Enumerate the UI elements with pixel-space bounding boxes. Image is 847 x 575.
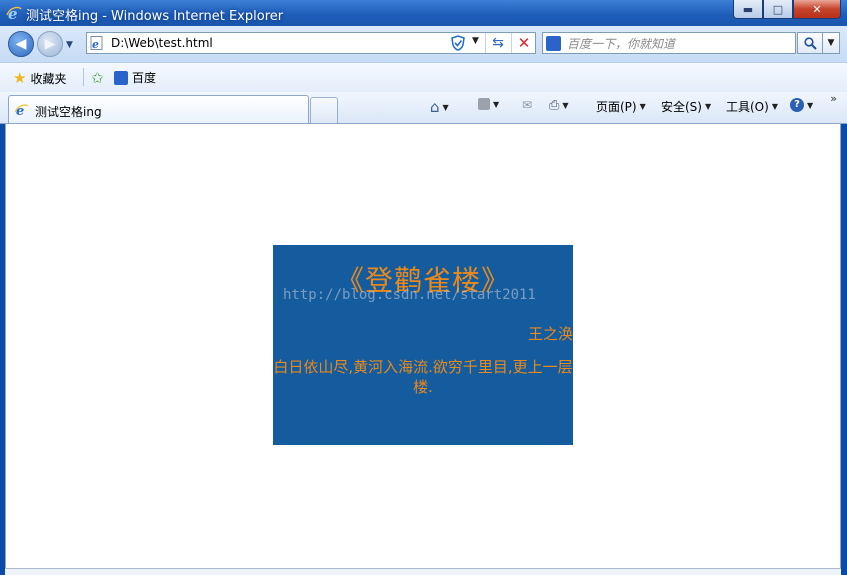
- home-icon: ⌂: [430, 98, 440, 116]
- stop-button[interactable]: ✕: [511, 33, 536, 53]
- address-url[interactable]: D:\Web\test.html: [111, 36, 213, 50]
- shield-icon[interactable]: [451, 35, 465, 51]
- read-mail-button[interactable]: ✉: [522, 98, 532, 112]
- tab-current[interactable]: e 测试空格ing: [8, 95, 309, 123]
- chevron-down-icon: ▼: [639, 102, 646, 111]
- minimize-button[interactable]: ▬: [733, 0, 763, 19]
- favorites-label: 收藏夹: [30, 71, 67, 86]
- search-button[interactable]: [797, 32, 823, 54]
- favorite-item-label: 百度: [132, 71, 157, 85]
- toolbar-overflow-icon[interactable]: »: [830, 92, 837, 105]
- search-input[interactable]: [565, 34, 795, 54]
- close-button[interactable]: ✕: [793, 0, 841, 19]
- safety-menu-label: 安全(S): [661, 100, 702, 114]
- svg-text:e: e: [92, 38, 99, 50]
- stop-icon: ✕: [517, 34, 531, 52]
- watermark-text: http://blog.csdn.net/start2011: [283, 287, 536, 303]
- search-box[interactable]: [542, 32, 796, 54]
- feeds-button[interactable]: ▼: [478, 98, 499, 110]
- arrow-right-icon: ▶: [44, 36, 56, 52]
- chevron-down-icon: ▼: [807, 100, 814, 110]
- window-controls: ▬ □ ✕: [733, 0, 841, 20]
- arrow-left-icon: ◀: [15, 36, 27, 52]
- help-icon: ?: [790, 98, 804, 112]
- new-tab-button[interactable]: [310, 97, 338, 123]
- poem-box: 《登鹳雀楼》 http://blog.csdn.net/start2011 王之…: [273, 245, 573, 445]
- poem-author: 王之涣: [527, 325, 573, 343]
- favorite-item-baidu[interactable]: 百度: [114, 69, 156, 86]
- forward-button[interactable]: ▶: [37, 31, 63, 57]
- page-menu-label: 页面(P): [596, 100, 637, 114]
- home-button[interactable]: ⌂ ▼: [430, 98, 449, 116]
- window-title: 测试空格ing - Windows Internet Explorer: [26, 9, 284, 24]
- favorites-bar: ★ 收藏夹 ✩ 百度: [0, 62, 847, 92]
- star-icon: ★: [13, 69, 27, 87]
- refresh-button[interactable]: ⇆: [485, 33, 510, 53]
- printer-icon: ⎙: [549, 98, 560, 113]
- search-icon: [803, 36, 817, 50]
- chevron-down-icon: ▼: [442, 102, 449, 112]
- page-content: 《登鹳雀楼》 http://blog.csdn.net/start2011 王之…: [5, 124, 841, 568]
- poem-verse: 白日依山尽,黄河入海流.欲穷千里目,更上一层楼.: [273, 358, 573, 396]
- add-favorite-button[interactable]: ✩: [91, 69, 104, 87]
- navigation-bar: ◀ ▶ ▼ e D:\Web\test.html ▼ ⇆ ✕ 百度一下，你就知道…: [0, 26, 847, 62]
- favorites-separator: [83, 68, 84, 86]
- baidu-paw-icon: [114, 70, 128, 85]
- address-bar[interactable]: e D:\Web\test.html ▼ ⇆ ✕: [86, 32, 536, 54]
- rss-icon: [478, 98, 490, 110]
- chevron-down-icon: ▼: [562, 101, 569, 110]
- back-button[interactable]: ◀: [8, 31, 34, 57]
- page-icon: e: [90, 36, 103, 50]
- address-dropdown-icon[interactable]: ▼: [472, 36, 479, 46]
- page-menu-button[interactable]: 页面(P) ▼: [596, 98, 646, 115]
- chevron-down-icon: ▼: [704, 102, 712, 111]
- maximize-button[interactable]: □: [763, 0, 793, 19]
- tab-command-bar: e 测试空格ing ⌂ ▼ ▼ ✉ ⎙ ▼ 页面(P) ▼ 安全(S) ▼ 工具…: [0, 92, 847, 124]
- recent-pages-dropdown-icon[interactable]: ▼: [66, 40, 73, 50]
- safety-menu-button[interactable]: 安全(S) ▼: [661, 98, 711, 115]
- status-bar: [5, 568, 841, 575]
- tools-menu-button[interactable]: 工具(O) ▼: [726, 98, 778, 115]
- ie-page-icon: e: [15, 104, 29, 117]
- ie-window: e 测试空格ing - Windows Internet Explorer ▬ …: [0, 0, 847, 575]
- print-button[interactable]: ⎙ ▼: [549, 98, 569, 113]
- mail-icon: ✉: [522, 98, 533, 112]
- ie-logo-icon: e: [6, 5, 22, 21]
- help-button[interactable]: ? ▼: [790, 98, 813, 112]
- title-bar: e 测试空格ing - Windows Internet Explorer ▬ …: [0, 0, 847, 26]
- add-favorite-icon: ✩: [91, 69, 104, 87]
- baidu-paw-icon: [546, 36, 561, 51]
- tools-menu-label: 工具(O): [726, 100, 769, 114]
- chevron-down-icon: ▼: [493, 99, 500, 109]
- favorites-button[interactable]: ★ 收藏夹: [13, 69, 66, 87]
- tab-label: 测试空格ing: [35, 105, 102, 119]
- refresh-icon: ⇆: [492, 35, 504, 51]
- chevron-down-icon: ▼: [771, 102, 778, 111]
- search-options-dropdown[interactable]: ▼: [822, 32, 840, 54]
